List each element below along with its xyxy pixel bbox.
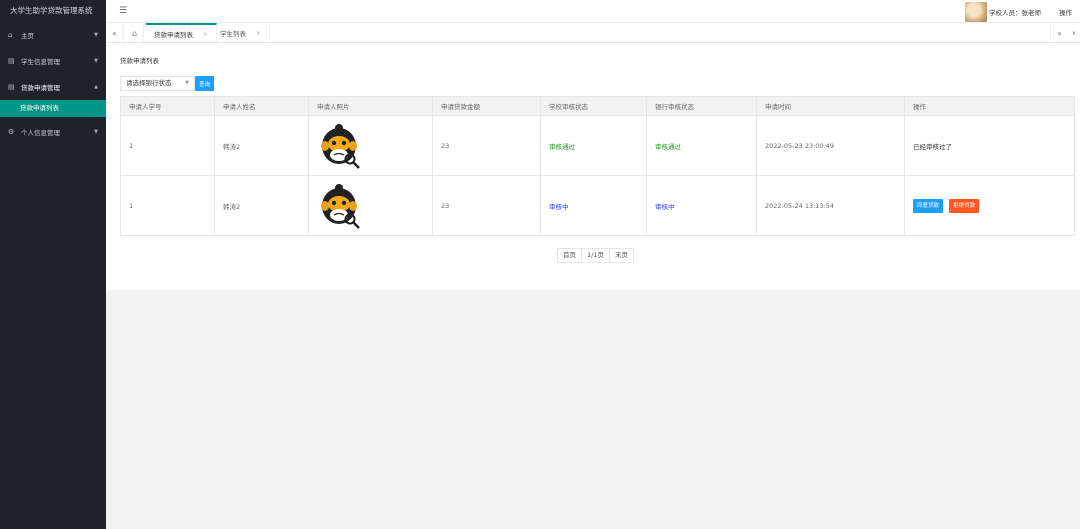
sidebar-submenu: 贷款申请列表 [0,100,106,117]
sidebar-item-loans[interactable]: ▤ 贷款申请管理 ▲ [0,74,106,100]
app-title: 大学生助学贷款管理系统 [10,6,93,15]
cell-bank-status: 审核中 [646,175,757,236]
avatar[interactable] [965,2,987,22]
cell-photo [308,175,433,236]
cell-name: 韩涛2 [214,115,309,176]
col-header: 学校审核状态 [540,96,647,116]
scroll-left-icon[interactable]: « [106,23,124,43]
table-row: 1 韩涛2 [120,175,1075,236]
scroll-right-icon[interactable]: » [1050,23,1068,43]
cell-student-id: 1 [120,115,215,176]
caret-down-icon: ▼ [94,58,98,64]
sidebar-item-profile[interactable]: ⚙ 个人信息管理 ▼ [0,119,106,145]
gorilla-mascot-icon [321,183,360,229]
close-icon[interactable]: ✕ [256,30,261,37]
menu-toggle-icon[interactable]: ☰ [119,6,127,16]
col-header: 申请人照片 [308,96,433,116]
bank-status-select[interactable]: 请选择银行状态 ▼ [120,76,195,91]
close-icon[interactable]: ✕ [203,31,208,38]
cell-amount: 23 [432,175,541,236]
user-label[interactable]: 学校人员：张老师 [989,7,1041,17]
sidebar: 大学生助学贷款管理系统 ⌂ 主页 ▼ ▤ 学生信息管理 ▼ ▤ 贷款申请管理 ▲… [0,0,106,529]
cell-amount: 23 [432,115,541,176]
sidebar-item-label: 主页 [21,32,34,40]
gear-icon: ⚙ [8,128,15,136]
chevron-down-icon: ▼ [185,80,189,86]
caret-down-icon: ▼ [94,129,98,135]
tab-label: 贷款申请列表 [154,31,193,39]
reject-loan-button[interactable]: 拒绝贷款 [949,198,980,213]
home-icon: ⌂ [8,31,13,39]
caret-down-icon: ▼ [94,32,98,38]
cell-school-status: 审核通过 [540,115,647,176]
tab-label: 学生列表 [220,30,246,38]
cell-op-text: 已经审核过了 [904,115,1075,176]
cell-name: 韩涛2 [214,175,309,236]
approve-loan-button[interactable]: 同意贷款 [913,198,944,213]
col-header: 银行审核状态 [646,96,757,116]
loan-table: 申请人学号 申请人姓名 申请人照片 申请贷款金额 学校审核状态 银行审核状态 申… [120,96,1075,236]
col-header: 申请时间 [756,96,905,116]
cell-photo [308,115,433,176]
cell-bank-status: 审核通过 [646,115,757,176]
sidebar-item-label: 个人信息管理 [21,129,60,137]
chevron-down-icon[interactable]: ∨ [1068,23,1080,43]
page-title: 贷款申请列表 [120,57,159,65]
caret-up-icon: ▲ [94,84,98,90]
app-icon: ▤ [8,83,15,91]
pager-current: 1/1页 [581,248,610,263]
tab-student-list[interactable]: 学生列表 ✕ [212,23,271,43]
cell-actions: 同意贷款 拒绝贷款 [904,175,1075,236]
gorilla-mascot-icon [321,123,360,169]
col-header: 操作 [904,96,1075,116]
cell-student-id: 1 [120,175,215,236]
home-tab-icon[interactable]: ⌂ [126,23,144,43]
sidebar-item-label: 学生信息管理 [21,58,60,66]
pager-last[interactable]: 末页 [608,248,634,263]
top-header: ☰ 学校人员：张老师 操作 [106,0,1080,23]
tabs-bar: « ⌂ 贷款申请列表 ✕ 学生列表 ✕ » ∨ [106,23,1080,43]
user-box: 学校人员：张老师 操作 [965,2,1072,22]
sidebar-item-label: 贷款申请管理 [21,84,60,92]
cell-time: 2022-05-24 13:13:54 [756,175,905,236]
sidebar-item-home[interactable]: ⌂ 主页 ▼ [0,22,106,48]
col-header: 申请人姓名 [214,96,309,116]
sidebar-item-students[interactable]: ▤ 学生信息管理 ▼ [0,48,106,74]
col-header: 申请人学号 [120,96,215,116]
main-content: 贷款申请列表 请选择银行状态 ▼ 查询 申请人学号 申请人姓名 申请人照片 申请… [106,43,1080,290]
col-header: 申请贷款金额 [432,96,541,116]
cell-time: 2022-05-23 23:00:49 [756,115,905,176]
sidebar-subitem-loan-list[interactable]: 贷款申请列表 [0,100,106,117]
pager-first[interactable]: 首页 [557,248,582,263]
pagination: 首页 1/1页 末页 [557,248,634,263]
table-header-row: 申请人学号 申请人姓名 申请人照片 申请贷款金额 学校审核状态 银行审核状态 申… [120,96,1075,116]
app-icon: ▤ [8,57,15,65]
tab-loan-list[interactable]: 贷款申请列表 ✕ [146,23,218,43]
cell-school-status: 审核中 [540,175,647,236]
header-op-menu[interactable]: 操作 [1059,7,1072,17]
table-row: 1 韩涛2 [120,115,1075,176]
search-button[interactable]: 查询 [195,76,214,91]
select-value: 请选择银行状态 [126,79,172,87]
